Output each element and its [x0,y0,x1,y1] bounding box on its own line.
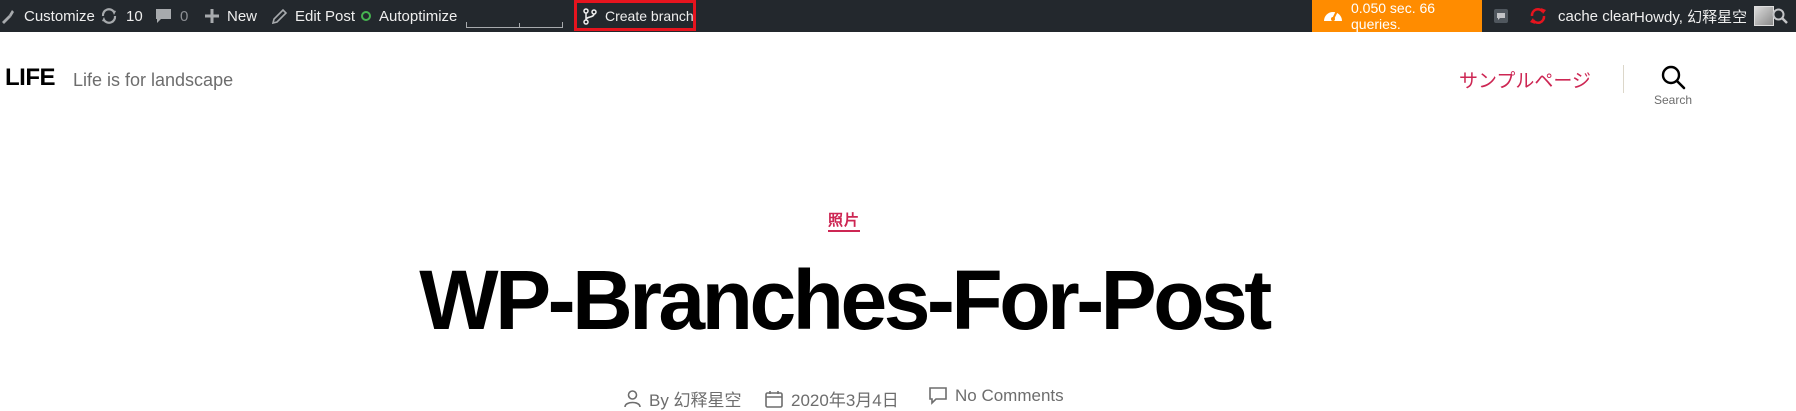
comments-count: 0 [180,7,189,25]
notification-icon [1493,8,1509,24]
pencil-icon [272,8,288,24]
search-toggle[interactable]: Search [1630,64,1716,112]
plus-icon [205,9,219,23]
post-author: By 幻释星空 [624,386,742,411]
site-title[interactable]: LIFE [5,64,56,92]
autoptimize-label: Autoptimize [379,7,458,25]
admin-search-button[interactable] [1772,0,1788,32]
customize-button[interactable]: Customize [0,0,95,32]
comment-bubble-icon [929,387,955,405]
calendar-icon [765,390,791,408]
comments-button[interactable]: 0 [155,0,188,32]
search-label: Search [1653,93,1693,107]
comments-link[interactable]: No Comments [955,386,1064,406]
category-link[interactable]: 照片 [827,212,860,232]
dashboard-gauge-icon [1322,5,1344,28]
updates-count: 10 [126,7,143,25]
post-category: 照片 [0,209,1688,232]
autoptimize-button[interactable]: Autoptimize [361,0,457,32]
howdy-label: Howdy, 幻释星空 [1634,8,1748,26]
notification-button[interactable] [1493,0,1509,32]
edit-post-button[interactable]: Edit Post [272,0,355,32]
site-description: Life is for landscape [73,70,234,90]
search-icon [1630,64,1716,90]
updates-icon [100,7,118,25]
edit-post-label: Edit Post [295,7,356,25]
user-icon [624,389,649,408]
customize-icon [0,8,20,24]
admin-bar: Customize 10 0 New Edit Post Autoptimize [0,0,1796,32]
create-branch-button[interactable]: Create branch [582,0,694,32]
branch-icon [582,7,598,25]
updates-button[interactable]: 10 [100,0,143,32]
performance-label: 0.050 sec. 66 queries. [1351,0,1436,32]
author-link[interactable]: By 幻释星空 [649,386,742,411]
menu-item-sample-page[interactable]: サンプルページ [1459,66,1591,93]
performance-button[interactable]: 0.050 sec. 66 queries. [1312,0,1482,32]
new-label: New [227,7,258,25]
create-branch-label: Create branch [605,8,694,24]
post-comments: No Comments [929,386,1064,406]
cache-clear-button[interactable]: cache clear [1528,0,1635,32]
new-button[interactable]: New [205,0,257,32]
progress-tick [519,23,520,27]
comments-icon [155,8,172,24]
account-menu[interactable]: Howdy, 幻释星空 [1634,0,1775,32]
progress-indicator [466,22,563,28]
status-ring-icon [361,11,371,21]
date-link[interactable]: 2020年3月4日 [791,386,899,411]
search-icon [1772,8,1788,24]
post-title: WP-Branches-For-Post [419,253,1272,347]
cache-clear-label: cache clear [1558,7,1635,25]
refresh-icon [1528,6,1548,26]
customize-label: Customize [24,7,95,25]
post-date: 2020年3月4日 [765,386,899,411]
header-divider [1623,65,1624,93]
